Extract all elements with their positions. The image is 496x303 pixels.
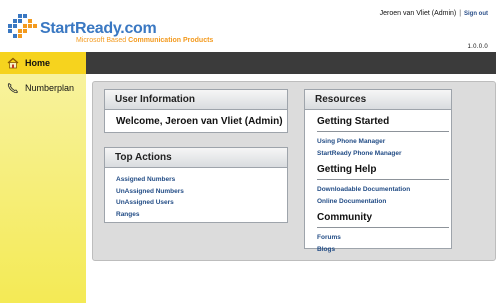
- divider: [317, 179, 449, 180]
- user-bar-separator: |: [459, 10, 462, 17]
- getting-started-section: Getting Started Using Phone Manager Star…: [317, 115, 451, 159]
- panel-title: User Information: [105, 90, 287, 110]
- divider: [317, 227, 449, 228]
- top-toolbar-bar: [86, 52, 496, 74]
- forums-link[interactable]: Forums: [317, 232, 451, 244]
- sign-out-link[interactable]: Sign out: [464, 11, 488, 17]
- sidebar-item-home[interactable]: Home: [0, 52, 86, 74]
- welcome-message: Welcome, Jeroen van Vliet (Admin): [116, 116, 283, 127]
- getting-help-section: Getting Help Downloadable Documentation …: [317, 163, 451, 207]
- community-section: Community Forums Blogs: [317, 211, 451, 255]
- unassigned-users-link[interactable]: UnAssigned Users: [116, 197, 287, 209]
- panel-title: Top Actions: [105, 148, 287, 168]
- section-heading: Getting Started: [317, 116, 390, 127]
- resources-panel: Resources Getting Started Using Phone Ma…: [304, 89, 452, 253]
- ranges-link[interactable]: Ranges: [116, 209, 287, 221]
- assigned-numbers-link[interactable]: Assigned Numbers: [116, 174, 287, 186]
- brand-name: StartReady.com: [40, 20, 157, 37]
- unassigned-numbers-link[interactable]: UnAssigned Numbers: [116, 186, 287, 198]
- startready-logo-icon: [8, 14, 37, 38]
- user-bar: Jeroen van Vliet (Admin) | Sign out: [380, 10, 488, 17]
- downloadable-documentation-link[interactable]: Downloadable Documentation: [317, 184, 451, 196]
- using-phone-manager-link[interactable]: Using Phone Manager: [317, 136, 451, 148]
- section-heading: Getting Help: [317, 164, 377, 175]
- startready-phone-manager-link[interactable]: StartReady Phone Manager: [317, 148, 451, 160]
- current-user-name: Jeroen van Vliet (Admin): [379, 10, 457, 17]
- brand-tagline: Microsoft Based Communication Products: [76, 37, 214, 44]
- header: StartReady.com Microsoft Based Communica…: [0, 0, 496, 52]
- user-information-panel: User Information Welcome, Jeroen van Vli…: [104, 89, 288, 133]
- sidebar-item-label: Home: [25, 58, 51, 68]
- sidebar-item-numberplan[interactable]: Numberplan: [0, 77, 86, 99]
- panel-title: Resources: [305, 90, 451, 110]
- blogs-link[interactable]: Blogs: [317, 244, 451, 256]
- sidebar-item-label: Numberplan: [25, 83, 75, 93]
- home-icon: [7, 57, 19, 69]
- online-documentation-link[interactable]: Online Documentation: [317, 196, 451, 208]
- section-heading: Community: [317, 212, 372, 223]
- divider: [317, 131, 449, 132]
- version-label: 1.0.0.0: [467, 44, 488, 50]
- phone-icon: [7, 82, 19, 94]
- top-actions-panel: Top Actions Assigned Numbers UnAssigned …: [104, 147, 288, 223]
- sidebar: Home Numberplan: [0, 52, 86, 303]
